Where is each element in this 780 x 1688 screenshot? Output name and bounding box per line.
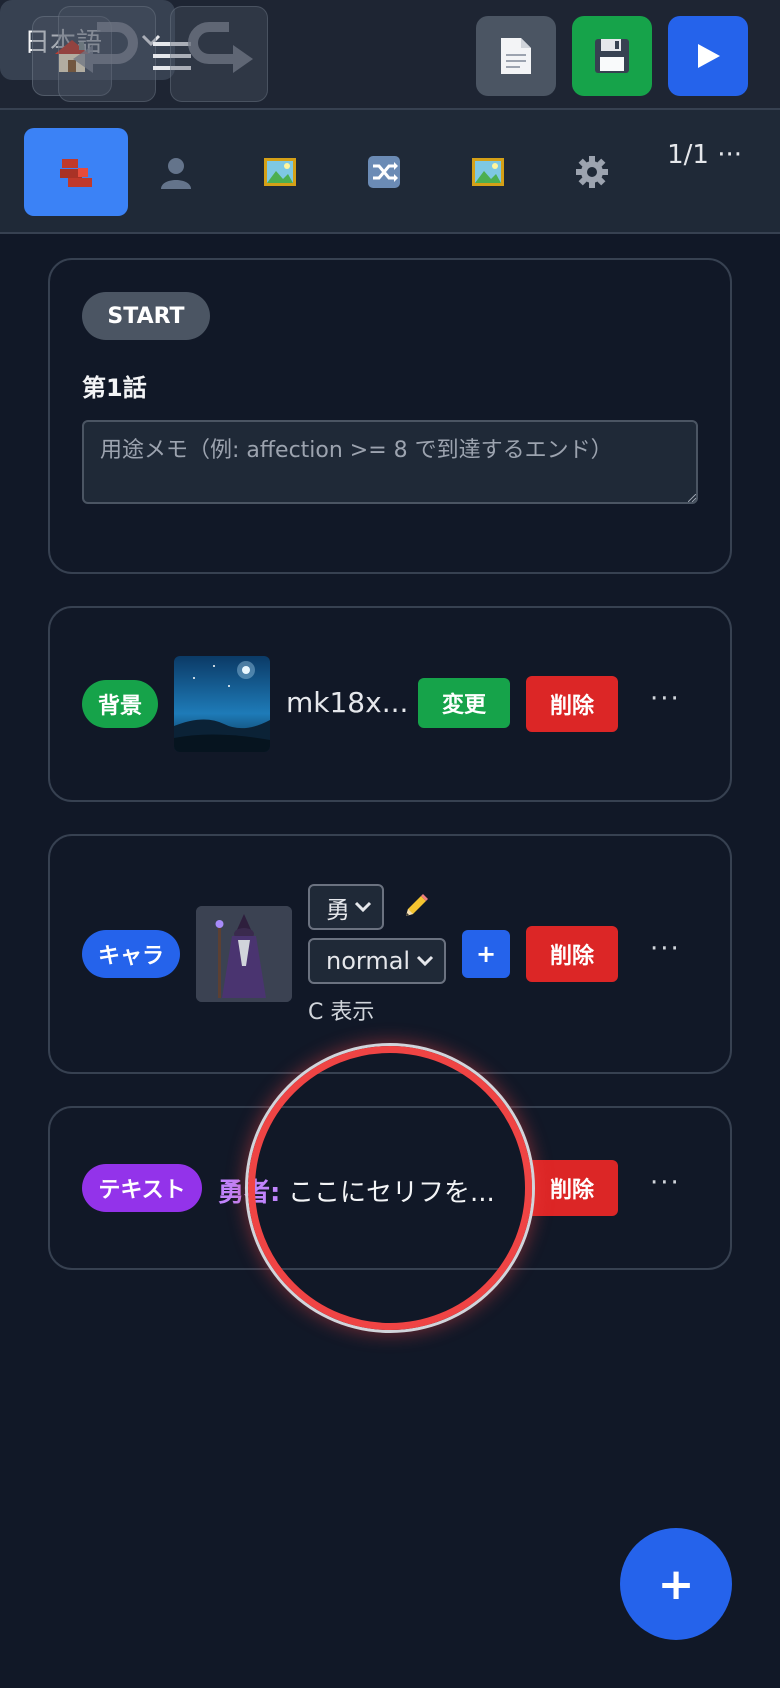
background-filename: mk18x... (286, 686, 409, 719)
save-button[interactable] (572, 16, 652, 96)
floppy-disk-icon (595, 39, 629, 73)
page-more-icon: ··· (717, 140, 742, 170)
chevron-down-icon (416, 955, 434, 967)
chevron-down-icon (354, 901, 372, 913)
tab-settings[interactable] (540, 128, 644, 216)
wizard-image (196, 906, 292, 1002)
touch-indicator (248, 1046, 532, 1330)
resize-handle-icon[interactable] (688, 494, 696, 502)
expression-value: normal (326, 947, 411, 975)
memo-field[interactable]: 用途メモ（例: affection >= 8 で到達するエンド） (82, 420, 698, 504)
edit-pencil-icon[interactable] (402, 892, 430, 924)
undo-button[interactable] (58, 6, 156, 102)
picture-icon (264, 158, 296, 186)
bricks-icon (60, 159, 92, 187)
file-button[interactable] (476, 16, 556, 96)
delete-text-button[interactable]: 削除 (526, 1160, 618, 1216)
expression-select[interactable]: normal (308, 938, 446, 984)
gear-icon (576, 156, 608, 188)
page-indicator[interactable]: 1/1 ··· (667, 140, 742, 170)
tab-backgrounds[interactable] (228, 128, 332, 216)
tab-images[interactable] (436, 128, 540, 216)
undo-icon (73, 22, 138, 73)
character-name-select[interactable]: 勇 (308, 884, 384, 930)
delete-background-button[interactable]: 削除 (526, 676, 618, 732)
page-count: 1/1 (667, 140, 709, 170)
change-background-button[interactable]: 変更 (418, 678, 510, 728)
redo-button[interactable] (170, 6, 268, 102)
shuffle-icon (368, 156, 400, 188)
scene-title[interactable]: 第1話 (82, 368, 147, 403)
tab-branches[interactable] (332, 128, 436, 216)
delete-character-button[interactable]: 削除 (526, 926, 618, 982)
character-thumbnail[interactable] (196, 906, 292, 1002)
start-badge: START (82, 292, 210, 340)
add-block-button[interactable]: + (620, 1528, 732, 1640)
picture-icon (472, 158, 504, 186)
add-expression-button[interactable]: + (462, 930, 510, 978)
play-button[interactable] (668, 16, 748, 96)
position-label[interactable]: C 表示 (308, 994, 374, 1026)
text-badge: テキスト (82, 1164, 202, 1212)
character-name-value: 勇 (326, 895, 350, 924)
play-icon (698, 44, 720, 68)
background-more-icon[interactable]: ··· (650, 684, 681, 714)
top-toolbar: 日本語 (0, 0, 780, 110)
background-thumbnail[interactable] (174, 656, 270, 752)
character-more-icon[interactable]: ··· (650, 934, 681, 964)
character-badge: キャラ (82, 930, 180, 978)
document-icon (501, 38, 531, 74)
tab-characters[interactable] (124, 128, 228, 216)
background-badge: 背景 (82, 680, 158, 728)
tab-blocks[interactable] (24, 128, 128, 216)
tab-bar (0, 110, 780, 234)
night-sky-image (174, 656, 270, 752)
redo-icon (188, 22, 253, 73)
person-icon (161, 158, 191, 189)
text-more-icon[interactable]: ··· (650, 1168, 681, 1198)
